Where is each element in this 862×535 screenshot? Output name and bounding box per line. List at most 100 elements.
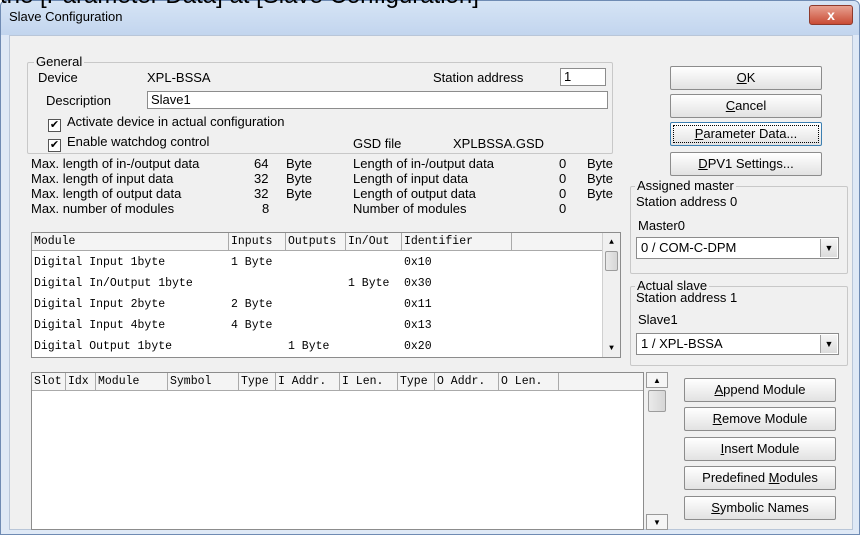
dpv1-label-key: D	[698, 156, 708, 171]
slave-configuration-window: Slave Configuration x General Device XPL…	[0, 0, 860, 535]
watchdog-checkmark-icon[interactable]: ✔	[48, 139, 61, 152]
length-unit: Byte	[587, 156, 614, 171]
append-label-key: A	[714, 382, 724, 397]
description-label: Description	[46, 93, 112, 108]
cancel-label-post: ancel	[735, 98, 767, 113]
column-header[interactable]: I Addr.	[276, 373, 340, 391]
predef-label-key: M	[768, 470, 780, 485]
gsd-file-label: GSD file	[353, 136, 402, 151]
column-header[interactable]: Inputs	[229, 233, 286, 251]
limit-value: 8	[262, 201, 270, 216]
scroll-down-icon[interactable]: ▼	[603, 341, 620, 357]
module-cell-identifier: 0x13	[404, 319, 432, 332]
column-header[interactable]: Type	[239, 373, 276, 391]
symbolic-names-button[interactable]: Symbolic Names	[684, 496, 836, 520]
scroll-down-icon[interactable]: ▼	[646, 514, 668, 530]
module-cell-module: Digital Input 1byte	[34, 256, 166, 269]
append-module-button[interactable]: Append Module	[684, 378, 836, 402]
cancel-button[interactable]: Cancel	[670, 94, 822, 118]
watchdog-checkbox[interactable]: ✔ Enable watchdog control	[48, 134, 209, 152]
column-header[interactable]: Identifier	[402, 233, 512, 251]
scroll-up-icon[interactable]: ▲	[603, 235, 620, 251]
length-value: 0	[559, 156, 567, 171]
module-row[interactable]: Digital Input 1byte 1 Byte 0x10	[32, 252, 620, 273]
slave-station-address: Station address 1	[636, 290, 738, 305]
length-unit: Byte	[587, 171, 614, 186]
append-label-post: ppend Module	[723, 382, 806, 397]
dpv1-settings-button[interactable]: DPV1 Settings...	[670, 152, 822, 176]
module-cell-inout: 1 Byte	[348, 277, 390, 290]
column-header[interactable]: Symbol	[168, 373, 239, 391]
column-header[interactable]: In/Out	[346, 233, 402, 251]
column-header[interactable]: Module	[32, 233, 229, 251]
module-cell-inputs: 2 Byte	[231, 298, 273, 311]
close-button[interactable]: x	[809, 5, 853, 25]
activate-checkmark-icon[interactable]: ✔	[48, 119, 61, 132]
limit-label: Max. length of in-/output data	[31, 156, 200, 171]
column-header[interactable]: I Len.	[340, 373, 398, 391]
assigned-master-legend: Assigned master	[635, 178, 736, 194]
module-row[interactable]: Digital In/Output 1byte 1 Byte 0x30	[32, 273, 620, 294]
parameter-data-button[interactable]: Parameter Data...	[670, 122, 822, 146]
module-cell-module: Digital Input 2byte	[34, 298, 166, 311]
module-cell-identifier: 0x21	[404, 357, 504, 358]
module-cell-module: Digital Input 4byte	[34, 319, 166, 332]
scroll-up-icon[interactable]: ▲	[646, 372, 668, 388]
limit-unit: Byte	[286, 186, 313, 201]
limit-value: 32	[254, 186, 269, 201]
insert-module-button[interactable]: Insert Module	[684, 437, 836, 461]
predef-label-pre: Predefined	[702, 470, 769, 485]
slave-name: Slave1	[638, 312, 678, 327]
dropdown-arrow-icon[interactable]: ▼	[820, 239, 837, 257]
column-header[interactable]: O Len.	[499, 373, 559, 391]
module-cell-identifier: 0x10	[404, 256, 432, 269]
symbolic-label-post: ymbolic Names	[719, 500, 809, 515]
length-label: Length of input data	[353, 171, 468, 186]
column-header-filler	[512, 233, 602, 251]
module-cell-identifier: 0x11	[404, 298, 432, 311]
module-cell-module: Digital In/Output 1byte	[34, 277, 193, 290]
predefined-modules-button[interactable]: Predefined Modules	[684, 466, 836, 490]
module-cell-module: Digital Output 1byte	[34, 340, 173, 353]
column-header[interactable]: Outputs	[286, 233, 346, 251]
insert-label-post: nsert Module	[724, 441, 800, 456]
module-list[interactable]: Module Inputs Outputs In/Out Identifier …	[31, 232, 621, 358]
ok-button[interactable]: OK	[670, 66, 822, 90]
activate-device-checkbox[interactable]: ✔ Activate device in actual configuration	[48, 114, 285, 132]
limit-unit: Byte	[286, 156, 313, 171]
module-cell-identifier: 0x30	[404, 277, 432, 290]
column-header[interactable]: O Addr.	[435, 373, 499, 391]
slot-list[interactable]: Slot Idx Module Symbol Type I Addr. I Le…	[31, 372, 644, 530]
dropdown-arrow-icon[interactable]: ▼	[820, 335, 837, 353]
length-value: 0	[559, 201, 567, 216]
station-address-input[interactable]: 1	[560, 68, 606, 86]
module-row[interactable]: Digital Input 4byte 4 Byte 0x13	[32, 315, 620, 336]
column-header[interactable]: Module	[96, 373, 168, 391]
scroll-thumb[interactable]	[648, 390, 666, 412]
device-value: XPL-BSSA	[147, 70, 211, 85]
module-cell-identifier: 0x20	[404, 340, 432, 353]
master-select-value: 0 / COM-C-DPM	[641, 240, 737, 255]
column-header[interactable]: Slot	[32, 373, 66, 391]
station-address-label: Station address	[433, 70, 524, 85]
length-label: Number of modules	[353, 201, 467, 216]
slot-list-scrollbar[interactable]: ▲ ▼	[646, 372, 668, 530]
module-list-scrollbar[interactable]: ▲ ▼	[602, 233, 620, 357]
column-header[interactable]: Type	[398, 373, 435, 391]
master-station-address: Station address 0	[636, 194, 738, 209]
gsd-file-value: XPLBSSA.GSD	[453, 136, 545, 151]
device-label: Device	[38, 70, 78, 85]
module-row[interactable]: Digital Input 2byte 2 Byte 0x11	[32, 294, 620, 315]
master-select[interactable]: 0 / COM-C-DPM ▼	[636, 237, 839, 259]
module-row[interactable]: Digital Output 2byte 2 Byte 0x21	[32, 357, 620, 358]
scroll-thumb[interactable]	[605, 251, 618, 271]
length-value: 0	[559, 171, 567, 186]
slave-select[interactable]: 1 / XPL-BSSA ▼	[636, 333, 839, 355]
remove-module-button[interactable]: Remove Module	[684, 407, 836, 431]
limit-label: Max. length of input data	[31, 171, 174, 186]
column-header[interactable]: Idx	[66, 373, 96, 391]
description-input[interactable]: Slave1	[147, 91, 608, 109]
watchdog-label: Enable watchdog control	[67, 134, 210, 149]
limit-unit: Byte	[286, 171, 313, 186]
module-row[interactable]: Digital Output 1byte 1 Byte 0x20	[32, 336, 620, 357]
